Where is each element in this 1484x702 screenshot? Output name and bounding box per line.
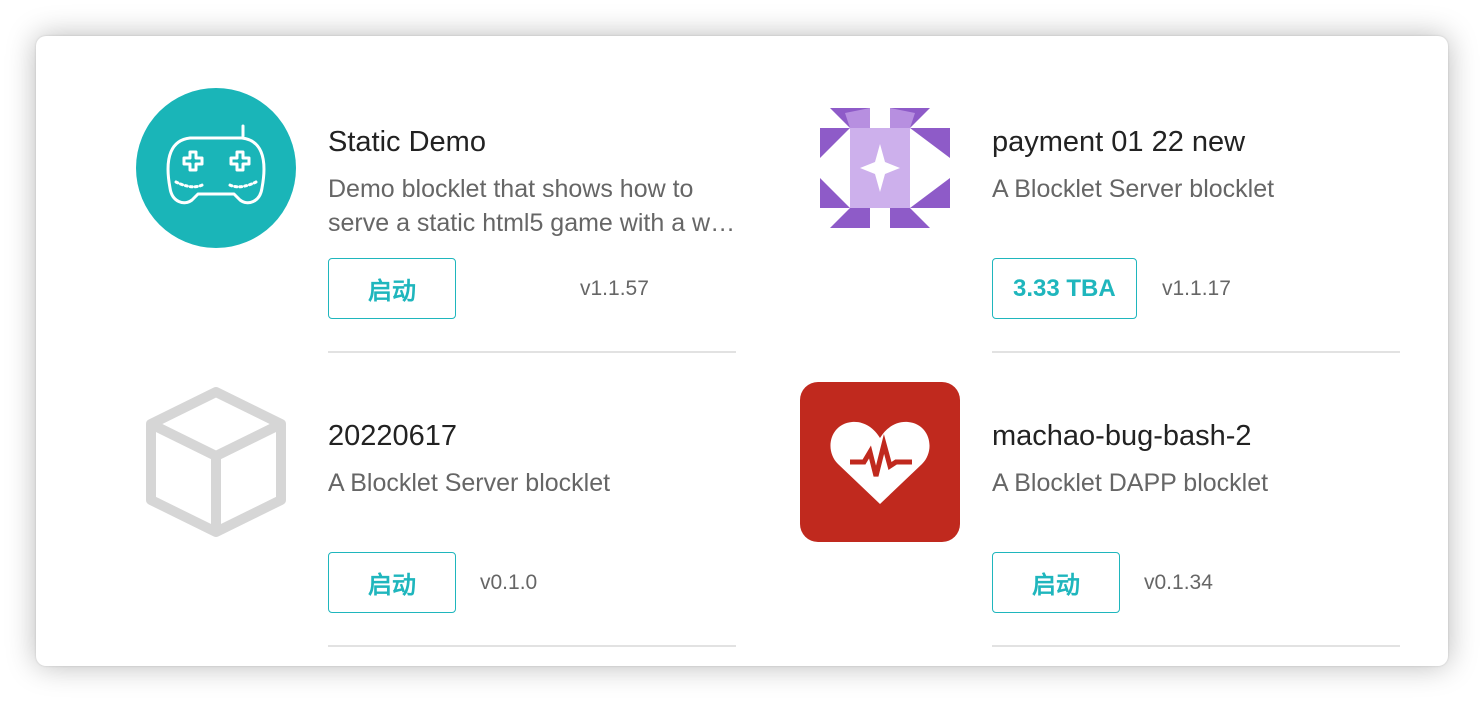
divider — [992, 351, 1400, 353]
purchase-button[interactable]: 3.33 TBA — [992, 258, 1137, 319]
blocklet-description: A Blocklet Server blocklet — [328, 469, 611, 497]
blocklet-card: machao-bug-bash-2 A Blocklet DAPP blockl… — [800, 382, 1450, 652]
divider — [328, 351, 736, 353]
blocklet-description: Demo blocklet that shows how to serve a … — [328, 175, 738, 237]
blocklet-title: 20220617 — [328, 420, 458, 452]
blocklet-description: A Blocklet Server blocklet — [992, 175, 1275, 203]
gamepad-icon — [136, 88, 296, 248]
blocklet-title: payment 01 22 new — [992, 126, 1246, 158]
heart-pulse-icon — [800, 382, 960, 542]
blocklet-card: payment 01 22 new A Blocklet Server bloc… — [800, 88, 1450, 358]
divider — [328, 645, 736, 647]
divider — [992, 645, 1400, 647]
blocklet-title: Static Demo — [328, 126, 486, 158]
blocklet-card: Static Demo Demo blocklet that shows how… — [136, 88, 786, 358]
blocklet-card: 20220617 A Blocklet Server blocklet 启动 v… — [136, 382, 786, 652]
identicon-icon — [800, 88, 960, 248]
version-label: v0.1.0 — [480, 570, 538, 594]
blocklet-list-panel: Static Demo Demo blocklet that shows how… — [36, 36, 1448, 666]
launch-button[interactable]: 启动 — [992, 552, 1120, 613]
version-label: v1.1.17 — [1162, 276, 1231, 300]
launch-button[interactable]: 启动 — [328, 258, 456, 319]
launch-button[interactable]: 启动 — [328, 552, 456, 613]
version-label: v0.1.34 — [1144, 570, 1213, 594]
version-label: v1.1.57 — [580, 276, 649, 300]
blocklet-title: machao-bug-bash-2 — [992, 420, 1252, 452]
blocklet-description: A Blocklet DAPP blocklet — [992, 469, 1269, 497]
cube-icon — [136, 382, 296, 542]
